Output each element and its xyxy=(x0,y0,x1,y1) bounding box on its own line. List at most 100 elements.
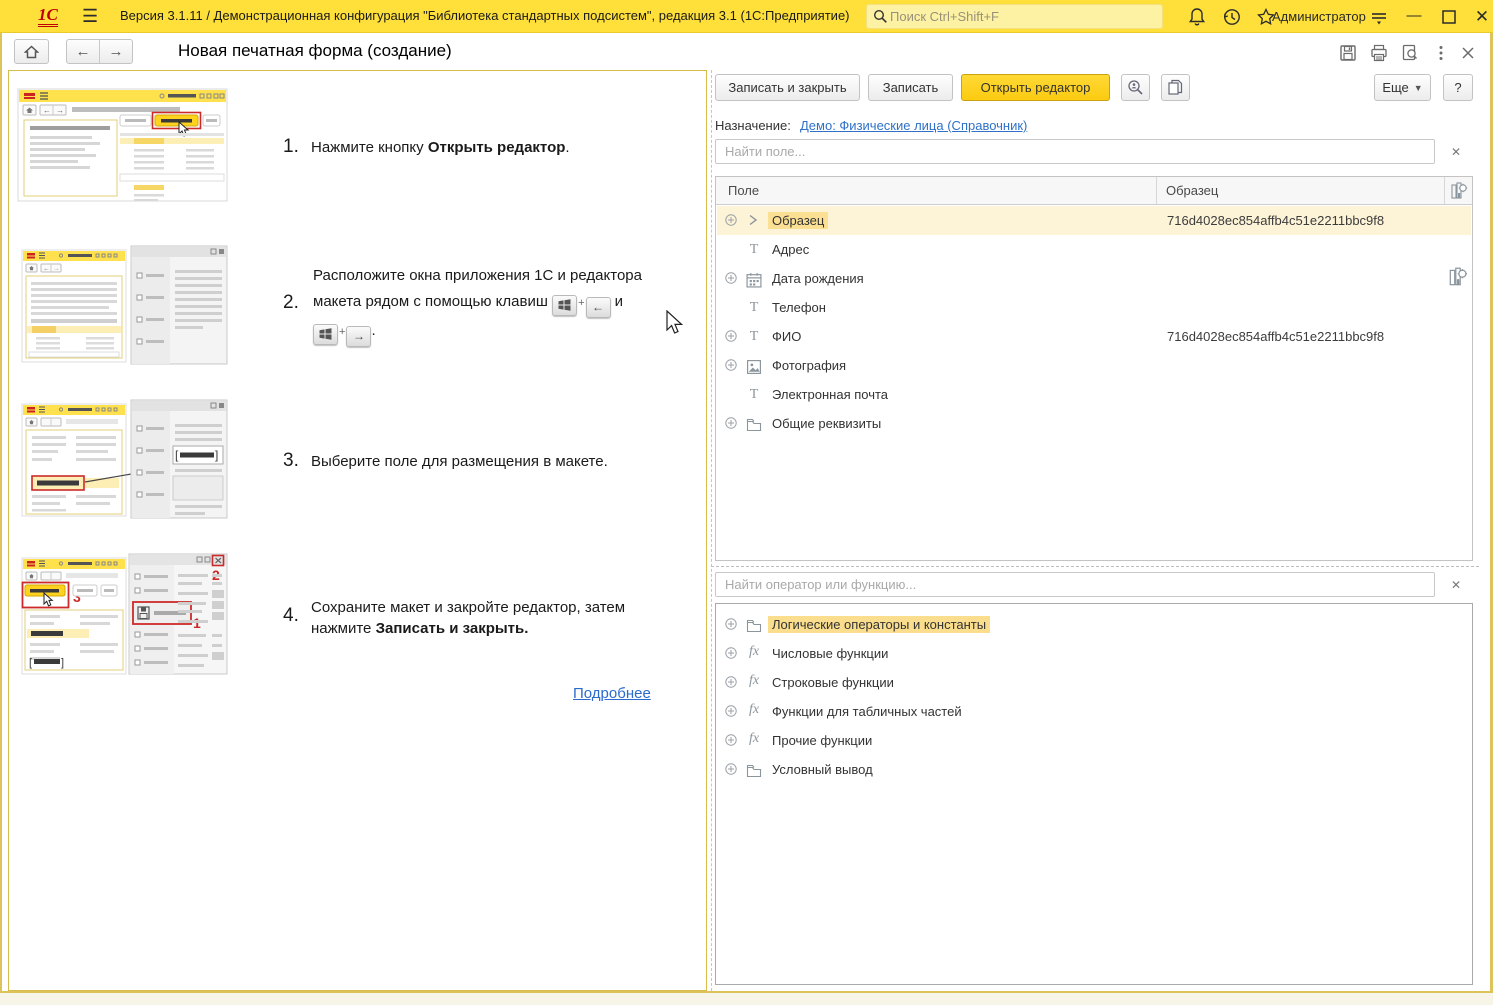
mouse-cursor xyxy=(666,310,684,336)
clear-field-search-icon[interactable]: ✕ xyxy=(1449,145,1463,159)
expand-icon[interactable] xyxy=(725,676,737,688)
tree-item-string-functions[interactable]: fx Строковые функции xyxy=(717,668,1471,697)
more-button-label: Еще xyxy=(1382,80,1408,95)
field-search-box[interactable] xyxy=(715,139,1435,164)
instructions-panel xyxy=(8,70,707,991)
table-row-fio[interactable]: Т ФИО 716d4028ec854affb4c51e2211bbc9f8 xyxy=(717,322,1471,351)
save-button[interactable]: Записать xyxy=(868,74,953,101)
expand-icon[interactable] xyxy=(725,359,737,371)
step1-thumbnail: ←→ xyxy=(16,85,229,205)
purpose-link[interactable]: Демо: Физические лица (Справочник) xyxy=(800,118,1027,133)
column-sample[interactable]: Образец xyxy=(1166,183,1218,198)
history-icon[interactable] xyxy=(1221,6,1243,28)
row-label: Общие реквизиты xyxy=(768,415,885,432)
copy-button[interactable] xyxy=(1161,74,1190,101)
notifications-bell-icon[interactable] xyxy=(1186,6,1208,28)
step2-number: 2. xyxy=(283,292,299,314)
svg-text:→: → xyxy=(53,266,60,273)
more-details-link[interactable]: Подробнее xyxy=(573,685,651,702)
function-icon: fx xyxy=(746,644,762,662)
magnifier-person-icon xyxy=(1127,79,1144,96)
expand-icon[interactable] xyxy=(725,734,737,746)
table-row-email[interactable]: Т Электронная почта xyxy=(717,380,1471,409)
expand-icon[interactable] xyxy=(725,763,737,775)
home-button[interactable] xyxy=(14,39,49,64)
tree-item-conditional-output[interactable]: Условный вывод xyxy=(717,755,1471,784)
more-button[interactable]: Еще ▼ xyxy=(1374,74,1431,101)
svg-text:[: [ xyxy=(29,657,32,669)
table-row-fotografiya[interactable]: Фотография xyxy=(717,351,1471,380)
column-settings-icon[interactable] xyxy=(1449,181,1469,201)
table-row-obrazec[interactable]: Образец 716d4028ec854affb4c51e2211bbc9f8 xyxy=(717,206,1471,235)
help-button[interactable]: ? xyxy=(1443,74,1473,101)
tree-item-other-functions[interactable]: fx Прочие функции xyxy=(717,726,1471,755)
clear-function-search-icon[interactable]: ✕ xyxy=(1449,578,1463,592)
step1-text: Нажмите кнопку Открыть редактор. xyxy=(311,137,701,158)
form-header: ← → Новая печатная форма (создание) xyxy=(2,34,1490,70)
tree-item-numeric-functions[interactable]: fx Числовые функции xyxy=(717,639,1471,668)
table-row-data-rozhdeniya[interactable]: Дата рождения xyxy=(717,264,1471,293)
function-search-input[interactable] xyxy=(723,576,1427,593)
expand-icon[interactable] xyxy=(725,330,737,342)
main-menu-icon[interactable]: ☰ xyxy=(82,7,102,25)
expand-icon[interactable] xyxy=(725,272,737,284)
back-button[interactable]: ← xyxy=(67,40,100,63)
column-field[interactable]: Поле xyxy=(728,183,759,198)
function-search-box[interactable] xyxy=(715,572,1435,597)
save-icon[interactable] xyxy=(1338,43,1358,63)
svg-text:]: ] xyxy=(61,657,64,669)
close-window-button[interactable]: ✕ xyxy=(1472,7,1492,25)
fields-table-header[interactable]: Поле Образец xyxy=(716,177,1472,205)
win-key-icon xyxy=(313,324,338,345)
1c-logo: 1С xyxy=(38,5,58,27)
minimize-button[interactable]: — xyxy=(1404,7,1424,25)
panel-settings-icon[interactable] xyxy=(1368,6,1390,28)
step2-text: Расположите окна приложения 1С и редакто… xyxy=(313,263,703,347)
table-row-obshchie-rekvizity[interactable]: Общие реквизиты xyxy=(717,409,1471,438)
forward-button[interactable]: → xyxy=(100,40,132,63)
column-divider[interactable] xyxy=(1156,177,1157,204)
step2-line1: Расположите окна приложения 1С и редакто… xyxy=(313,267,642,284)
tree-item-logical-operators[interactable]: Логические операторы и константы xyxy=(717,610,1471,639)
chevron-right-icon[interactable] xyxy=(748,214,758,226)
step4-thumbnail: 3 [] 2 1 xyxy=(16,552,229,679)
title-bar: 1С ☰ Версия 3.1.11 / Демонстрационная ко… xyxy=(0,0,1493,33)
vertical-splitter[interactable] xyxy=(711,70,712,991)
caret-down-icon: ▼ xyxy=(1414,83,1423,93)
global-search-box[interactable] xyxy=(866,4,1163,29)
global-search-input[interactable] xyxy=(888,8,1138,25)
open-editor-button[interactable]: Открыть редактор xyxy=(961,74,1110,101)
close-form-icon[interactable] xyxy=(1458,43,1478,63)
text-type-icon: Т xyxy=(746,327,762,345)
save-and-close-button[interactable]: Записать и закрыть xyxy=(715,74,860,101)
expand-icon[interactable] xyxy=(725,214,737,226)
expand-icon[interactable] xyxy=(725,705,737,717)
step4-text-bold: Записать и закрыть. xyxy=(376,620,529,637)
function-icon: fx xyxy=(746,673,762,691)
image-type-icon xyxy=(746,358,762,376)
folder-icon xyxy=(746,617,762,635)
maximize-button[interactable] xyxy=(1438,6,1460,28)
tree-item-label: Числовые функции xyxy=(768,645,892,662)
column-divider[interactable] xyxy=(1444,177,1445,204)
horizontal-splitter[interactable] xyxy=(711,566,1479,567)
table-row-adres[interactable]: Т Адрес xyxy=(717,235,1471,264)
more-dots-icon[interactable] xyxy=(1431,43,1451,63)
print-icon[interactable] xyxy=(1369,43,1389,63)
user-name[interactable]: Администратор xyxy=(1272,9,1366,24)
text-type-icon: Т xyxy=(746,240,762,258)
win-key-icon xyxy=(552,295,577,316)
find-references-button[interactable] xyxy=(1121,74,1150,101)
search-icon xyxy=(873,9,888,24)
text-type-icon: Т xyxy=(746,385,762,403)
field-search-input[interactable] xyxy=(723,143,1427,160)
step2-thumbnail: ←→ xyxy=(16,240,229,365)
expand-icon[interactable] xyxy=(725,618,737,630)
expand-icon[interactable] xyxy=(725,417,737,429)
expand-icon[interactable] xyxy=(725,647,737,659)
row-settings-icon[interactable] xyxy=(1447,266,1469,288)
tree-item-tabular-functions[interactable]: fx Функции для табличных частей xyxy=(717,697,1471,726)
tree-item-label: Логические операторы и константы xyxy=(768,616,990,633)
print-preview-icon[interactable] xyxy=(1400,43,1420,63)
table-row-telefon[interactable]: Т Телефон xyxy=(717,293,1471,322)
